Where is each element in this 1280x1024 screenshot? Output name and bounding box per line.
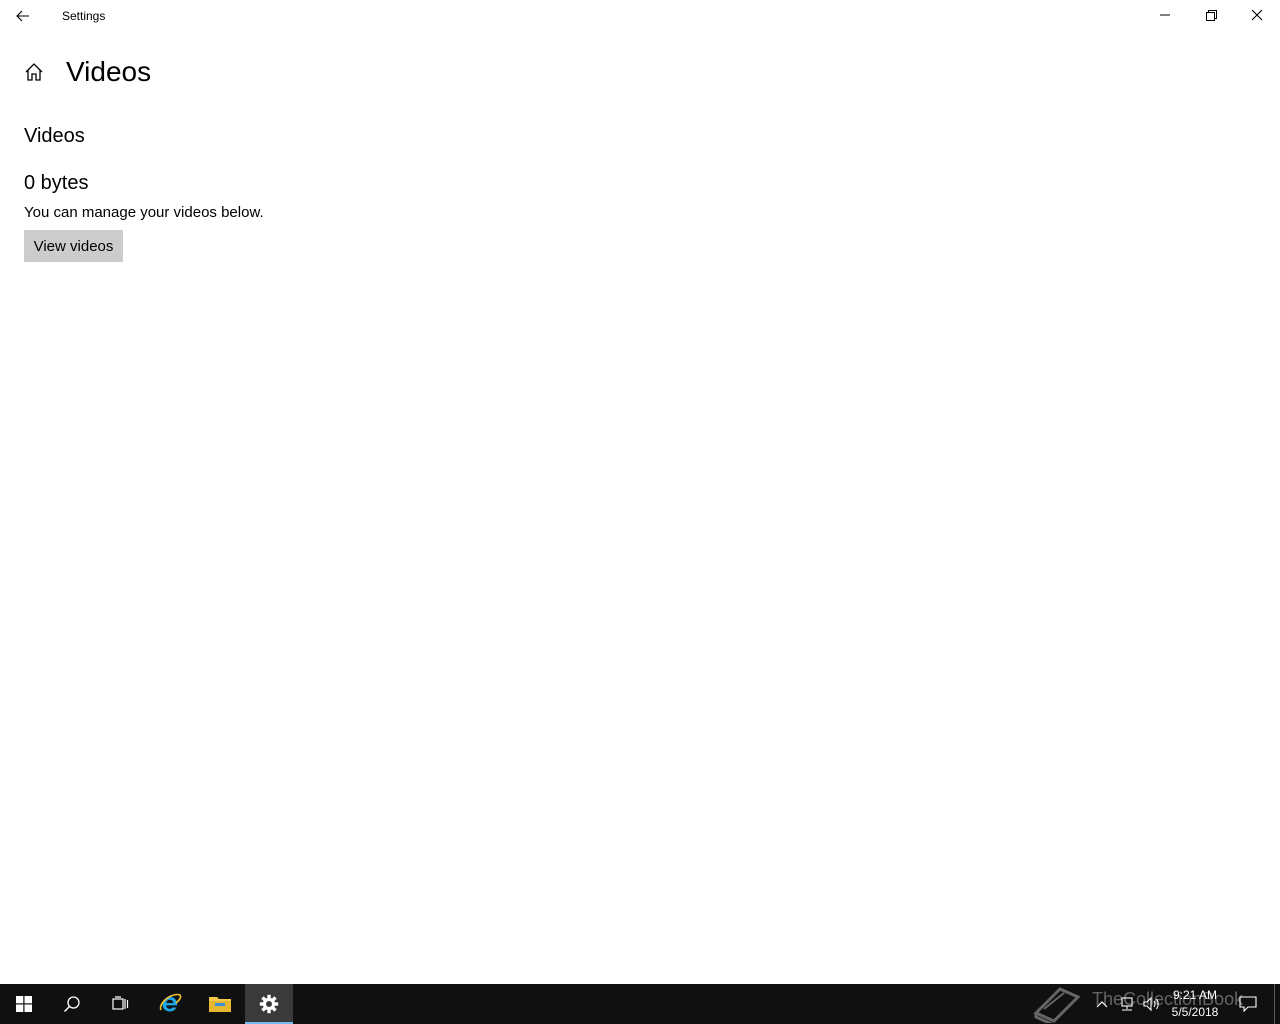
- minimize-button[interactable]: [1142, 0, 1188, 30]
- windows-logo-icon: [16, 996, 32, 1012]
- home-icon: [25, 63, 43, 81]
- show-desktop-button[interactable]: [1274, 984, 1280, 1024]
- folder-icon: [209, 997, 231, 1012]
- app-title: Settings: [62, 9, 106, 23]
- restore-icon: [1205, 9, 1217, 21]
- internet-explorer-icon: [159, 993, 182, 1012]
- taskbar-clock[interactable]: 9:21 AM 5/5/2018: [1166, 987, 1224, 1021]
- taskbar: [0, 984, 1280, 1024]
- settings-taskbar-button[interactable]: [245, 984, 293, 1024]
- description-text: You can manage your videos below.: [24, 204, 264, 221]
- section-title: Videos: [24, 125, 85, 147]
- file-explorer-button[interactable]: [196, 984, 244, 1024]
- notification-icon: [1239, 996, 1257, 1012]
- task-view-icon: [112, 996, 129, 1010]
- volume-icon: [1143, 996, 1159, 1012]
- page-title: Videos: [66, 56, 152, 87]
- search-button[interactable]: [48, 984, 96, 1024]
- back-button[interactable]: [0, 0, 46, 32]
- clock-date: 5/5/2018: [1171, 1005, 1219, 1019]
- search-icon: [63, 996, 80, 1013]
- home-button[interactable]: [22, 60, 46, 84]
- title-bar: Settings: [0, 0, 1280, 32]
- volume-button[interactable]: [1140, 984, 1164, 1024]
- task-view-button[interactable]: [96, 984, 144, 1024]
- book-watermark-icon: [1028, 984, 1084, 1024]
- start-button[interactable]: [0, 984, 48, 1024]
- close-button[interactable]: [1234, 0, 1280, 30]
- back-arrow-icon: [16, 10, 29, 22]
- show-hidden-icons-button[interactable]: [1090, 984, 1114, 1024]
- view-videos-button[interactable]: View videos: [24, 230, 123, 262]
- internet-explorer-button[interactable]: [146, 984, 194, 1024]
- chevron-up-icon: [1096, 1001, 1108, 1008]
- gear-icon: [259, 994, 279, 1014]
- network-button[interactable]: [1115, 984, 1139, 1024]
- storage-size: 0 bytes: [24, 172, 89, 194]
- close-icon: [1251, 9, 1263, 21]
- action-center-button[interactable]: [1234, 984, 1262, 1024]
- clock-time: 9:21 AM: [1172, 988, 1218, 1002]
- minimize-icon: [1160, 14, 1170, 16]
- restore-button[interactable]: [1188, 0, 1234, 30]
- network-icon: [1121, 997, 1133, 1011]
